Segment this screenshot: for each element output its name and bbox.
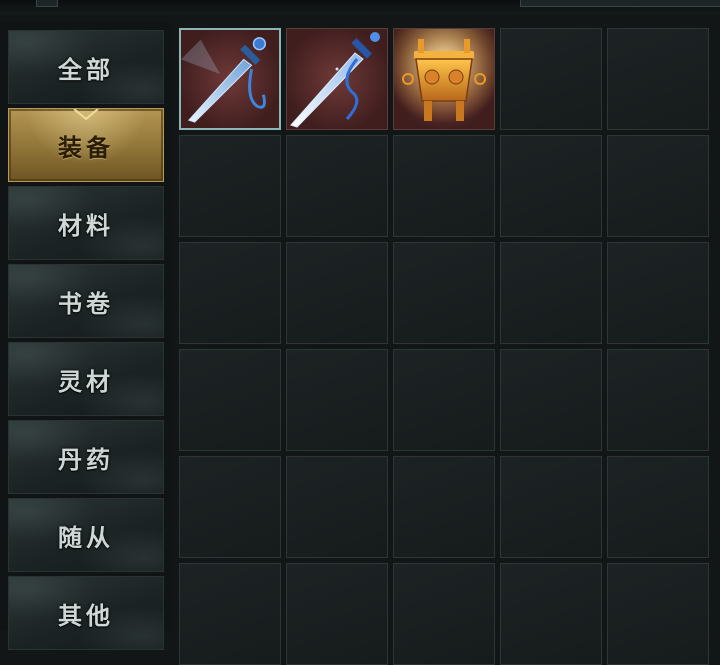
category-tab-pills[interactable]: 丹药 bbox=[8, 420, 164, 494]
category-label: 其他 bbox=[58, 601, 114, 630]
inventory-slot-empty[interactable] bbox=[607, 28, 709, 130]
top-tab-edge bbox=[36, 0, 58, 7]
inventory-slot-empty[interactable] bbox=[393, 563, 495, 665]
inventory-slot-empty[interactable] bbox=[500, 28, 602, 130]
inventory-slot-empty[interactable] bbox=[500, 135, 602, 237]
ice-sword-icon bbox=[290, 32, 380, 128]
inventory-slot-empty[interactable] bbox=[500, 349, 602, 451]
inventory-slot[interactable] bbox=[179, 28, 281, 130]
category-tab-all[interactable]: 全部 bbox=[8, 30, 164, 104]
category-tab-materials[interactable]: 材料 bbox=[8, 186, 164, 260]
inventory-slot-empty[interactable] bbox=[607, 563, 709, 665]
category-tab-equipment[interactable]: 装备 bbox=[8, 108, 164, 182]
inventory-slot-empty[interactable] bbox=[179, 242, 281, 344]
inventory-slot-empty[interactable] bbox=[607, 349, 709, 451]
inventory-slot-empty[interactable] bbox=[286, 242, 388, 344]
category-tab-scrolls[interactable]: 书卷 bbox=[8, 264, 164, 338]
inventory-slot-empty[interactable] bbox=[607, 242, 709, 344]
inventory-slot-empty[interactable] bbox=[393, 135, 495, 237]
category-label: 全部 bbox=[58, 55, 114, 84]
category-label: 装备 bbox=[58, 133, 114, 162]
category-label: 灵材 bbox=[58, 367, 114, 396]
inventory-slot-empty[interactable] bbox=[286, 135, 388, 237]
inventory-slot[interactable] bbox=[393, 28, 495, 130]
top-bar bbox=[0, 0, 720, 14]
inventory-slot-empty[interactable] bbox=[179, 456, 281, 558]
category-sidebar: 全部 装备 材料 书卷 灵材 丹药 随从 其他 bbox=[0, 22, 172, 650]
category-label: 随从 bbox=[58, 523, 114, 552]
top-tab-edge bbox=[520, 0, 720, 7]
inventory-slot-empty[interactable] bbox=[607, 135, 709, 237]
inventory-slot-empty[interactable] bbox=[607, 456, 709, 558]
inventory-slot-empty[interactable] bbox=[393, 349, 495, 451]
inventory-grid bbox=[179, 28, 709, 665]
inventory-slot-empty[interactable] bbox=[179, 563, 281, 665]
golden-cauldron-icon bbox=[394, 29, 494, 129]
category-label: 书卷 bbox=[58, 289, 114, 318]
inventory-slot-empty[interactable] bbox=[500, 456, 602, 558]
inventory-slot-empty[interactable] bbox=[286, 563, 388, 665]
inventory-slot-empty[interactable] bbox=[286, 349, 388, 451]
category-tab-other[interactable]: 其他 bbox=[8, 576, 164, 650]
blue-sword-icon bbox=[181, 37, 267, 123]
inventory-slot-empty[interactable] bbox=[286, 456, 388, 558]
inventory-slot-empty[interactable] bbox=[393, 242, 495, 344]
inventory-slot-empty[interactable] bbox=[179, 135, 281, 237]
category-tab-followers[interactable]: 随从 bbox=[8, 498, 164, 572]
category-tab-spirit-materials[interactable]: 灵材 bbox=[8, 342, 164, 416]
inventory-slot[interactable] bbox=[286, 28, 388, 130]
inventory-slot-empty[interactable] bbox=[393, 456, 495, 558]
inventory-slot-empty[interactable] bbox=[500, 563, 602, 665]
inventory-slot-empty[interactable] bbox=[179, 349, 281, 451]
chevron-down-icon bbox=[73, 109, 99, 121]
category-label: 材料 bbox=[58, 211, 114, 240]
category-label: 丹药 bbox=[58, 445, 114, 474]
inventory-slot-empty[interactable] bbox=[500, 242, 602, 344]
